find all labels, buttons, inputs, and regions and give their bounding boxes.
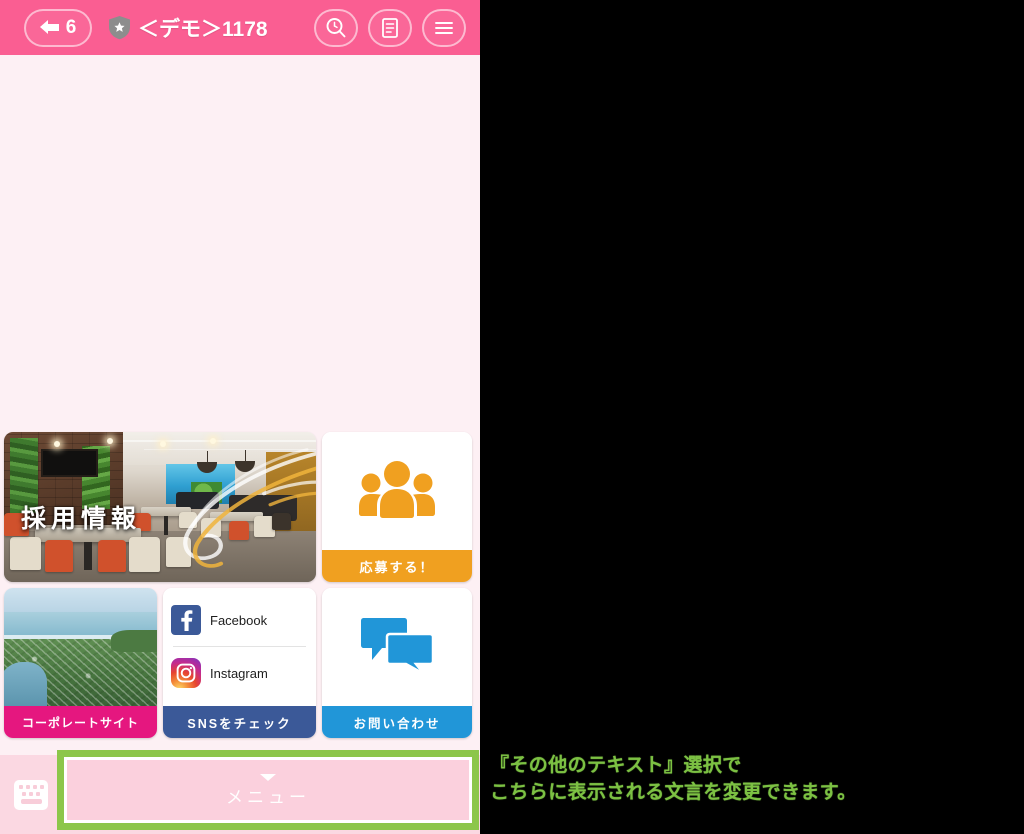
tile-corporate[interactable]: コーポレートサイト (4, 588, 157, 738)
phone-viewport: 6 ＜デモ＞1178 採用情報 応募する！ コーポレートサイト Facebook… (0, 0, 480, 834)
people-group-icon (358, 458, 436, 525)
arrow-left-icon (39, 20, 59, 35)
contact-icon-area (322, 588, 472, 706)
screenshot-root: 6 ＜デモ＞1178 採用情報 応募する！ コーポレートサイト Facebook… (0, 0, 1024, 834)
content-area: 採用情報 応募する！ コーポレートサイト Facebook Instagram … (0, 55, 480, 755)
instagram-icon (171, 658, 201, 688)
tile-apply[interactable]: 応募する！ (322, 432, 472, 582)
menu-icon[interactable] (422, 8, 466, 47)
sns-link-facebook[interactable]: Facebook (171, 594, 308, 646)
corporate-photo (4, 588, 157, 706)
caret-down-icon (260, 774, 276, 781)
corporate-footer-label: コーポレートサイト (4, 706, 157, 738)
apply-icon-area (322, 432, 472, 550)
back-button[interactable]: 6 (24, 8, 92, 47)
sns-footer-label: SNSをチェック (163, 706, 316, 738)
tile-sns[interactable]: Facebook Instagram SNSをチェック (163, 588, 316, 738)
annotation-text: 『その他のテキスト』選択で こちらに表示される文言を変更できます。 (490, 753, 1020, 807)
facebook-label: Facebook (210, 612, 268, 628)
empty-message-area (0, 55, 480, 432)
annotation-line-1: 『その他のテキスト』選択で (490, 755, 742, 776)
search-icon[interactable] (314, 8, 358, 47)
keyboard-icon[interactable] (14, 779, 48, 810)
app-header: 6 ＜デモ＞1178 (0, 0, 480, 55)
sns-links: Facebook Instagram (163, 588, 316, 706)
menu-bar-button[interactable]: メニュー (63, 758, 473, 824)
tile-row: コーポレートサイト Facebook Instagram SNSをチェック お問… (4, 588, 476, 738)
document-icon[interactable] (368, 8, 412, 47)
shield-star-icon (108, 15, 131, 40)
menu-bar-label: メニュー (226, 788, 310, 807)
tile-grid: 採用情報 応募する！ コーポレートサイト Facebook Instagram … (0, 432, 480, 738)
tile-row: 採用情報 応募する！ (4, 432, 476, 582)
tile-recruit[interactable]: 採用情報 (4, 432, 316, 582)
facebook-icon (171, 605, 201, 635)
sns-link-instagram[interactable]: Instagram (171, 647, 308, 699)
back-count-label: 6 (65, 17, 77, 38)
chat-bubbles-icon (360, 614, 435, 681)
instagram-label: Instagram (210, 665, 268, 681)
apply-footer-label: 応募する！ (322, 550, 472, 582)
contact-footer-label: お問い合わせ (322, 706, 472, 738)
annotation-line-2: こちらに表示される文言を変更できます。 (490, 781, 857, 803)
header-actions (314, 8, 466, 47)
page-title: ＜デモ＞1178 (138, 17, 268, 41)
recruit-overlay-label: 採用情報 (21, 505, 142, 533)
tile-contact[interactable]: お問い合わせ (322, 588, 472, 738)
